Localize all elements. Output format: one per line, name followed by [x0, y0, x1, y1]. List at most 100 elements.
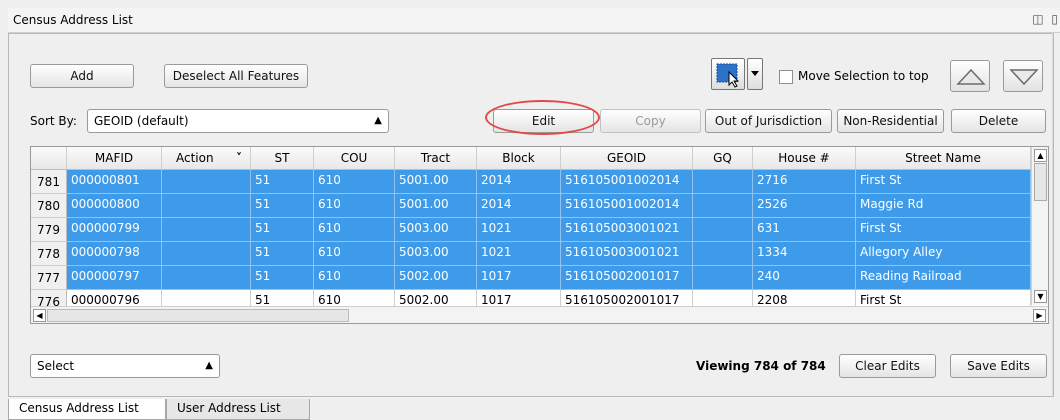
sort-by-label: Sort By: — [30, 114, 77, 128]
table-cell[interactable] — [162, 218, 251, 242]
bottom-tab-bar: Census Address List User Address List — [8, 399, 1060, 420]
save-edits-button[interactable]: Save Edits — [950, 354, 1047, 378]
table-cell[interactable]: 5001.00 — [395, 194, 477, 218]
column-header-geoid[interactable]: GEOID — [561, 147, 693, 169]
table-cell[interactable]: 2014 — [477, 194, 561, 218]
select-mode-dropdown[interactable] — [747, 58, 763, 90]
table-header: MAFID Action ˅ ST COU Tract Block GEOID … — [31, 147, 1048, 170]
table-cell[interactable]: 610 — [314, 170, 395, 194]
row-number[interactable]: 778 — [31, 242, 67, 266]
bulk-action-select[interactable]: Select ▲ — [30, 354, 220, 378]
table-cell[interactable]: 610 — [314, 218, 395, 242]
column-header-cou[interactable]: COU — [314, 147, 395, 169]
table-cell[interactable]: 516105003001021 — [561, 218, 693, 242]
table-cell[interactable]: 51 — [251, 170, 314, 194]
row-number[interactable]: 780 — [31, 194, 67, 218]
tab-census-address-list[interactable]: Census Address List — [8, 399, 166, 420]
table-cell[interactable]: 2014 — [477, 170, 561, 194]
table-cell[interactable]: 1334 — [753, 242, 856, 266]
table-cell[interactable]: 516105001002014 — [561, 170, 693, 194]
scroll-down-icon[interactable]: ▼ — [1034, 290, 1047, 303]
row-number[interactable]: 779 — [31, 218, 67, 242]
table-cell[interactable]: 5002.00 — [395, 266, 477, 290]
table-cell[interactable]: Allegory Alley — [856, 242, 1031, 266]
scroll-thumb[interactable] — [1034, 163, 1047, 201]
table-cell[interactable]: 610 — [314, 194, 395, 218]
out-of-jurisdiction-button[interactable]: Out of Jurisdiction — [705, 109, 832, 133]
table-cell[interactable]: 5003.00 — [395, 242, 477, 266]
table-cell[interactable]: 5003.00 — [395, 218, 477, 242]
table-cell[interactable] — [162, 242, 251, 266]
table-cell[interactable]: 610 — [314, 242, 395, 266]
table-cell[interactable] — [693, 266, 753, 290]
column-header-block[interactable]: Block — [477, 147, 561, 169]
add-button[interactable]: Add — [30, 64, 134, 88]
table-row[interactable]: 780 000000800 51 610 5001.00 2014 516105001002… — [31, 194, 1031, 218]
table-cell[interactable] — [162, 266, 251, 290]
table-cell[interactable]: 5001.00 — [395, 170, 477, 194]
column-header-street-name[interactable]: Street Name — [856, 147, 1031, 169]
table-vertical-scrollbar[interactable]: ▲ ▼ — [1031, 147, 1048, 305]
table-cell[interactable] — [162, 194, 251, 218]
column-header-st[interactable]: ST — [251, 147, 314, 169]
column-header-tract[interactable]: Tract — [395, 147, 477, 169]
window-controls-icon[interactable]: ◫ ▯ — [1032, 12, 1060, 26]
delete-button[interactable]: Delete — [951, 109, 1046, 133]
table-cell[interactable]: 1021 — [477, 242, 561, 266]
scroll-left-icon[interactable]: ◀ — [33, 309, 46, 322]
copy-button[interactable]: Copy — [600, 109, 701, 133]
table-cell[interactable]: First St — [856, 170, 1031, 194]
table-cell[interactable]: 2716 — [753, 170, 856, 194]
tab-user-address-list[interactable]: User Address List — [166, 399, 310, 420]
table-cell[interactable]: 631 — [753, 218, 856, 242]
table-cell[interactable] — [162, 170, 251, 194]
move-up-button[interactable] — [950, 60, 990, 92]
non-residential-button[interactable]: Non-Residential — [837, 109, 944, 133]
table-cell[interactable]: 240 — [753, 266, 856, 290]
column-header-gq[interactable]: GQ — [693, 147, 753, 169]
clear-edits-button[interactable]: Clear Edits — [839, 354, 936, 378]
table-cell[interactable]: First St — [856, 218, 1031, 242]
table-cell[interactable]: 516105003001021 — [561, 242, 693, 266]
table-cell[interactable]: 000000801 — [67, 170, 162, 194]
column-header-house[interactable]: House # — [753, 147, 856, 169]
table-cell[interactable]: 1017 — [477, 266, 561, 290]
table-cell[interactable]: 51 — [251, 242, 314, 266]
table-cell[interactable]: 000000800 — [67, 194, 162, 218]
table-cell[interactable]: 51 — [251, 266, 314, 290]
move-selection-checkbox[interactable] — [779, 70, 793, 84]
table-cell[interactable]: Reading Railroad — [856, 266, 1031, 290]
table-cell[interactable] — [693, 218, 753, 242]
move-down-button[interactable] — [1003, 60, 1043, 92]
table-row[interactable]: 779 000000799 51 610 5003.00 1021 516105003001… — [31, 218, 1031, 242]
scroll-up-icon[interactable]: ▲ — [1034, 149, 1047, 162]
table-cell[interactable]: 51 — [251, 194, 314, 218]
select-features-button[interactable] — [711, 58, 745, 90]
horizontal-scroll-thumb[interactable] — [47, 309, 349, 322]
table-cell[interactable]: 000000799 — [67, 218, 162, 242]
table-cell[interactable]: Maggie Rd — [856, 194, 1031, 218]
row-number[interactable]: 777 — [31, 266, 67, 290]
table-cell[interactable]: 000000797 — [67, 266, 162, 290]
scroll-right-icon[interactable]: ▶ — [1033, 309, 1046, 322]
table-row[interactable]: 777 000000797 51 610 5002.00 1017 516105002001… — [31, 266, 1031, 290]
row-number[interactable]: 781 — [31, 170, 67, 194]
table-cell[interactable] — [693, 194, 753, 218]
column-header-mafid[interactable]: MAFID — [67, 147, 162, 169]
table-cell[interactable]: 516105001002014 — [561, 194, 693, 218]
table-cell[interactable]: 1021 — [477, 218, 561, 242]
table-row[interactable]: 778 000000798 51 610 5003.00 1021 516105003001… — [31, 242, 1031, 266]
table-cell[interactable]: 516105002001017 — [561, 266, 693, 290]
table-horizontal-scrollbar[interactable]: ◀ ▶ — [31, 306, 1048, 323]
column-header-action[interactable]: Action ˅ — [162, 147, 251, 169]
table-cell[interactable]: 2526 — [753, 194, 856, 218]
table-row[interactable]: 781 000000801 51 610 5001.00 2014 516105001002… — [31, 170, 1031, 194]
deselect-all-button[interactable]: Deselect All Features — [164, 64, 308, 88]
table-cell[interactable]: 000000798 — [67, 242, 162, 266]
table-cell[interactable]: 610 — [314, 266, 395, 290]
table-cell[interactable] — [693, 170, 753, 194]
window-title: Census Address List — [13, 13, 133, 27]
sort-by-select[interactable]: GEOID (default) ▲ — [87, 109, 389, 133]
table-cell[interactable]: 51 — [251, 218, 314, 242]
table-cell[interactable] — [693, 242, 753, 266]
